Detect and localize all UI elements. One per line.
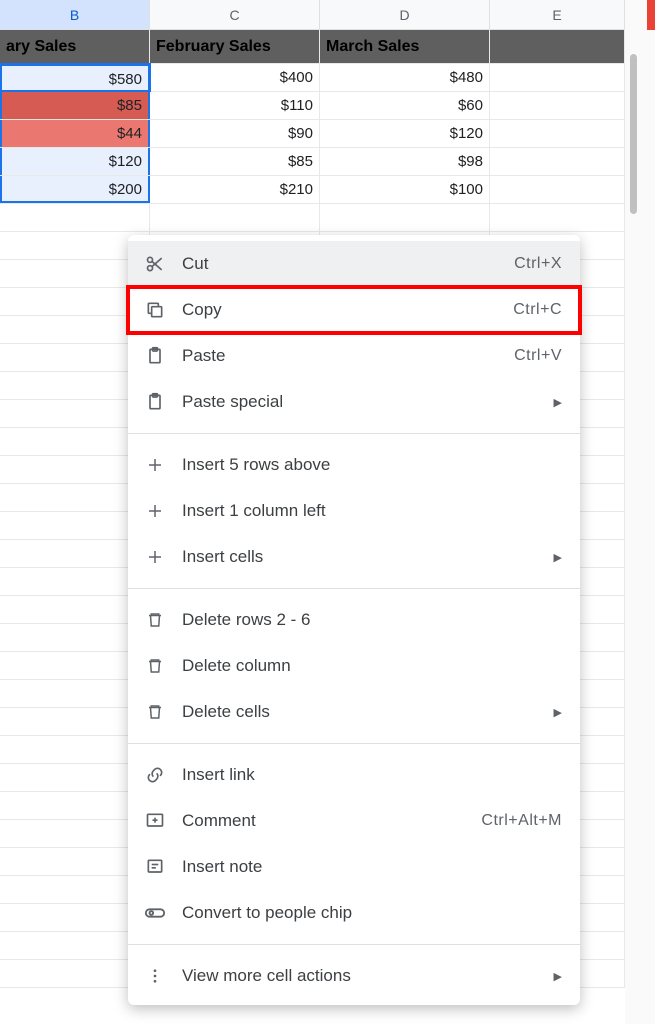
menu-paste[interactable]: Paste Ctrl+V <box>128 333 580 379</box>
cell[interactable] <box>490 148 625 175</box>
menu-label: Paste special <box>182 392 546 412</box>
menu-label: Cut <box>182 254 514 274</box>
context-menu: Cut Ctrl+X Copy Ctrl+C Paste Ctrl+V Past… <box>128 235 580 1005</box>
cell[interactable]: $98 <box>320 148 490 175</box>
menu-comment[interactable]: Comment Ctrl+Alt+M <box>128 798 580 844</box>
cell[interactable]: $120 <box>0 148 150 175</box>
cell[interactable] <box>490 176 625 203</box>
trash-icon <box>142 653 168 679</box>
cell[interactable]: $110 <box>150 92 320 119</box>
menu-label: Copy <box>182 300 513 320</box>
menu-label: Delete rows 2 - 6 <box>182 610 562 630</box>
menu-label: Insert cells <box>182 547 546 567</box>
menu-label: View more cell actions <box>182 966 546 986</box>
col-header-E[interactable]: E <box>490 0 625 29</box>
more-vertical-icon <box>142 963 168 989</box>
person-chip-icon <box>142 900 168 926</box>
menu-convert-people-chip[interactable]: Convert to people chip <box>128 890 580 936</box>
cell[interactable]: $400 <box>150 64 320 91</box>
cell[interactable]: $200 <box>0 176 150 203</box>
plus-icon <box>142 452 168 478</box>
cell[interactable] <box>490 92 625 119</box>
menu-label: Comment <box>182 811 481 831</box>
header-cell[interactable] <box>490 30 625 63</box>
cell[interactable]: $120 <box>320 120 490 147</box>
menu-copy[interactable]: Copy Ctrl+C <box>128 287 580 333</box>
menu-insert-column-left[interactable]: Insert 1 column left <box>128 488 580 534</box>
menu-label: Insert 5 rows above <box>182 455 562 475</box>
menu-shortcut: Ctrl+C <box>513 301 562 319</box>
right-edge-marker <box>647 0 655 30</box>
table-row: $85 $110 $60 <box>0 92 625 120</box>
menu-insert-note[interactable]: Insert note <box>128 844 580 890</box>
menu-shortcut: Ctrl+X <box>514 255 562 273</box>
paste-icon <box>142 343 168 369</box>
column-headers: B C D E <box>0 0 625 30</box>
trash-icon <box>142 607 168 633</box>
menu-shortcut: Ctrl+V <box>514 347 562 365</box>
copy-icon <box>142 297 168 323</box>
link-icon <box>142 762 168 788</box>
menu-insert-cells[interactable]: Insert cells ▶ <box>128 534 580 580</box>
menu-insert-link[interactable]: Insert link <box>128 752 580 798</box>
table-row: $120 $85 $98 <box>0 148 625 176</box>
cell[interactable]: $580 <box>0 64 150 91</box>
menu-view-more[interactable]: View more cell actions ▶ <box>128 953 580 999</box>
menu-delete-column[interactable]: Delete column <box>128 643 580 689</box>
table-row: $44 $90 $120 <box>0 120 625 148</box>
menu-separator <box>128 743 580 744</box>
vertical-scrollbar[interactable] <box>630 54 637 214</box>
menu-separator <box>128 588 580 589</box>
cell[interactable]: $480 <box>320 64 490 91</box>
chevron-right-icon: ▶ <box>554 551 562 564</box>
header-cell[interactable]: February Sales <box>150 30 320 63</box>
menu-cut[interactable]: Cut Ctrl+X <box>128 241 580 287</box>
menu-separator <box>128 944 580 945</box>
menu-label: Paste <box>182 346 514 366</box>
menu-label: Insert 1 column left <box>182 501 562 521</box>
menu-label: Delete cells <box>182 702 546 722</box>
menu-delete-cells[interactable]: Delete cells ▶ <box>128 689 580 735</box>
menu-insert-rows-above[interactable]: Insert 5 rows above <box>128 442 580 488</box>
chevron-right-icon: ▶ <box>554 396 562 409</box>
cell[interactable]: $90 <box>150 120 320 147</box>
paste-icon <box>142 389 168 415</box>
table-row: $200 $210 $100 <box>0 176 625 204</box>
menu-delete-rows[interactable]: Delete rows 2 - 6 <box>128 597 580 643</box>
header-cell[interactable]: March Sales <box>320 30 490 63</box>
chevron-right-icon: ▶ <box>554 706 562 719</box>
cell[interactable]: $60 <box>320 92 490 119</box>
menu-label: Insert note <box>182 857 562 877</box>
cell[interactable] <box>490 120 625 147</box>
col-header-B[interactable]: B <box>0 0 150 29</box>
chevron-right-icon: ▶ <box>554 970 562 983</box>
header-cell[interactable]: ary Sales <box>0 30 150 63</box>
comment-icon <box>142 808 168 834</box>
plus-icon <box>142 544 168 570</box>
col-header-D[interactable]: D <box>320 0 490 29</box>
menu-separator <box>128 433 580 434</box>
table-header-row: ary Sales February Sales March Sales <box>0 30 625 64</box>
cell[interactable]: $100 <box>320 176 490 203</box>
menu-label: Delete column <box>182 656 562 676</box>
cell[interactable]: $210 <box>150 176 320 203</box>
table-row: $580 $400 $480 <box>0 64 625 92</box>
menu-label: Insert link <box>182 765 562 785</box>
cell[interactable]: $44 <box>0 120 150 147</box>
col-header-C[interactable]: C <box>150 0 320 29</box>
trash-icon <box>142 699 168 725</box>
menu-paste-special[interactable]: Paste special ▶ <box>128 379 580 425</box>
menu-label: Convert to people chip <box>182 903 562 923</box>
note-icon <box>142 854 168 880</box>
plus-icon <box>142 498 168 524</box>
cut-icon <box>142 251 168 277</box>
cell[interactable]: $85 <box>150 148 320 175</box>
cell[interactable] <box>490 64 625 91</box>
cell[interactable]: $85 <box>0 92 150 119</box>
menu-shortcut: Ctrl+Alt+M <box>481 812 562 830</box>
